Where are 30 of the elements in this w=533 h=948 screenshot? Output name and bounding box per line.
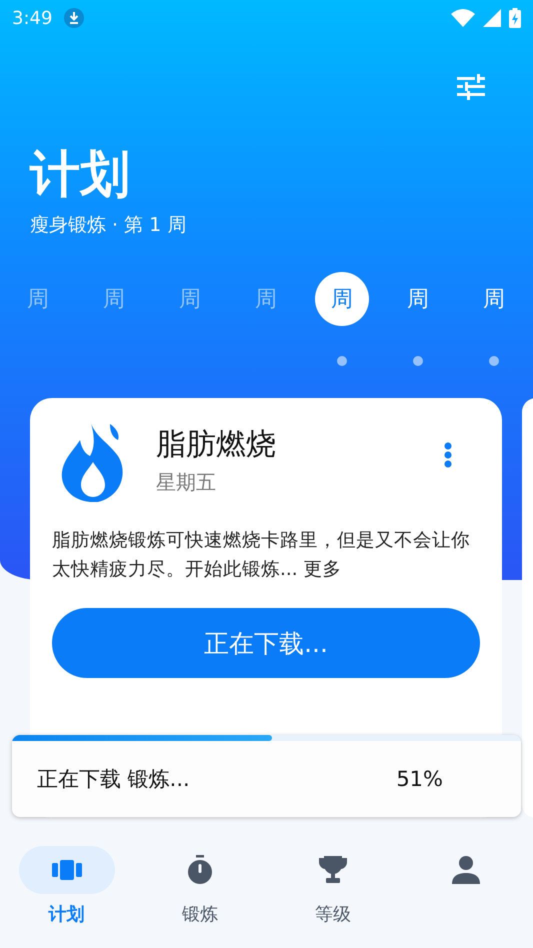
battery-charging-icon xyxy=(509,8,521,28)
cards-icon xyxy=(52,858,82,882)
workout-title: 脂肪燃烧 xyxy=(156,426,277,464)
workout-day: 星期五 xyxy=(156,469,414,496)
status-time: 3:49 xyxy=(12,8,52,28)
week-day-tab[interactable]: 周 xyxy=(391,272,445,326)
person-icon xyxy=(452,856,480,884)
more-options-icon[interactable] xyxy=(444,442,452,468)
settings-sliders-icon[interactable] xyxy=(457,74,485,100)
page-title: 计划 xyxy=(28,144,131,205)
workout-description: 脂肪燃烧锻炼可快速燃烧卡路里，但是又不会让你太快精疲力尽。开始此锻炼... 更多 xyxy=(52,529,471,582)
trophy-icon xyxy=(318,856,348,884)
week-day-tab[interactable]: 周 xyxy=(239,272,293,326)
download-percent: 51% xyxy=(396,767,443,791)
wifi-icon xyxy=(451,9,475,27)
week-day-tab[interactable]: 周 xyxy=(87,272,141,326)
stopwatch-icon xyxy=(186,855,213,885)
week-day-tab[interactable]: 周 xyxy=(11,272,65,326)
more-link[interactable]: 更多 xyxy=(304,559,342,580)
plan-subtitle: 瘦身锻炼 · 第 1 周 xyxy=(29,213,188,238)
nav-label[interactable]: 计划 xyxy=(48,902,85,926)
nav-label[interactable]: 等级 xyxy=(315,902,352,926)
download-icon xyxy=(64,8,84,28)
download-status: 正在下载 锻炼... xyxy=(37,766,191,793)
nav-tab[interactable] xyxy=(18,846,115,894)
nav-label[interactable]: 锻炼 xyxy=(182,902,218,926)
signal-icon xyxy=(483,9,501,27)
downloading-button[interactable]: 正在下载... xyxy=(52,608,480,678)
week-day-tab[interactable]: 周 xyxy=(163,272,217,326)
week-day-tab[interactable]: 周 xyxy=(467,272,521,326)
